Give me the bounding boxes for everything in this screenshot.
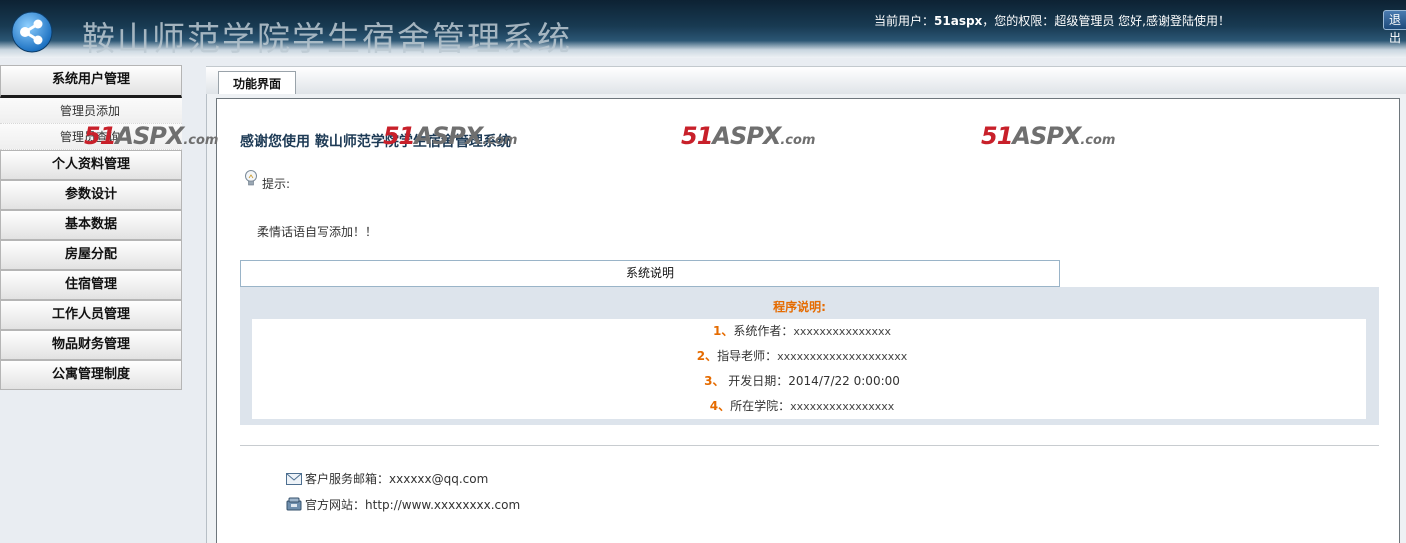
detail-row-college: 4、所在学院：xxxxxxxxxxxxxxxx xyxy=(252,394,1352,419)
detail-row-author: 1、系统作者：xxxxxxxxxxxxxxx xyxy=(252,319,1352,344)
tip-message: 柔情话语自写添加！！ xyxy=(257,225,378,239)
tip-label: 提示: xyxy=(262,177,291,191)
watermark-brand: ASPX xyxy=(115,122,184,150)
app-header: 鞍山师范学院学生宿舍管理系统 当前用户：51aspx，您的权限：超级管理员 您好… xyxy=(0,0,1406,58)
detail-value: xxxxxxxxxxxxxxxx xyxy=(790,400,895,413)
user-greeting: 您好,感谢登陆使用！ xyxy=(1114,14,1230,28)
watermark-num: 51 xyxy=(981,122,1013,150)
tab-function[interactable]: 功能界面 xyxy=(218,71,297,96)
user-role: 超级管理员 xyxy=(1054,14,1115,28)
watermark-domain: .com xyxy=(183,133,219,148)
phone-icon xyxy=(286,497,302,511)
watermark-logo: 51ASPX.com xyxy=(383,122,517,150)
contact-email: 客户服务邮箱：xxxxxx@qq.com xyxy=(286,470,488,487)
detail-num: 2、 xyxy=(696,349,718,363)
sidebar-section-regulations[interactable]: 公寓管理制度 xyxy=(0,360,182,390)
sidebar-section-profile[interactable]: 个人资料管理 xyxy=(0,150,182,180)
detail-value: xxxxxxxxxxxxxxxxxxxx xyxy=(777,350,908,363)
mail-icon xyxy=(286,473,302,485)
watermark-domain: .com xyxy=(482,133,518,148)
detail-num: 3、 xyxy=(704,374,725,388)
detail-label: 开发日期： xyxy=(724,374,789,388)
website-link[interactable]: http://www.xxxxxxxx.com xyxy=(365,498,520,512)
sidebar-section-staff[interactable]: 工作人员管理 xyxy=(0,300,182,330)
tab-bar: 功能界面 xyxy=(206,66,1406,96)
user-middle: ，您的权限： xyxy=(982,14,1055,28)
watermark-domain: .com xyxy=(1080,133,1116,148)
detail-value: 2014/7/22 0:00:00 xyxy=(788,374,900,388)
system-description-box: 程序说明: 1、系统作者：xxxxxxxxxxxxxxx 2、指导老师：xxxx… xyxy=(240,287,1379,425)
program-title: 程序说明: xyxy=(773,300,826,314)
detail-row-date: 3、 开发日期：2014/7/22 0:00:00 xyxy=(252,369,1352,394)
detail-value: xxxxxxxxxxxxxxx xyxy=(793,325,892,338)
program-details: 1、系统作者：xxxxxxxxxxxxxxx 2、指导老师：xxxxxxxxxx… xyxy=(252,319,1366,419)
watermark-num: 51 xyxy=(383,122,415,150)
detail-num: 4、 xyxy=(709,399,731,413)
watermark-brand: ASPX xyxy=(712,122,781,150)
sidebar-section-parameters[interactable]: 参数设计 xyxy=(0,180,182,210)
sidebar-section-finance[interactable]: 物品财务管理 xyxy=(0,330,182,360)
watermark-domain: .com xyxy=(780,133,816,148)
app-title: 鞍山师范学院学生宿舍管理系统 xyxy=(82,19,572,58)
detail-row-advisor: 2、指导老师：xxxxxxxxxxxxxxxxxxxx xyxy=(252,344,1352,369)
sidebar: 系统用户管理 管理员添加 管理员查询 个人资料管理 参数设计 基本数据 房屋分配… xyxy=(0,65,182,390)
logout-button[interactable]: 退出 xyxy=(1383,10,1406,45)
username: 51aspx xyxy=(934,14,983,28)
website-label: 官方网站： xyxy=(305,498,366,512)
logo-icon xyxy=(11,11,53,53)
watermark-num: 51 xyxy=(681,122,713,150)
sidebar-section-basic-data[interactable]: 基本数据 xyxy=(0,210,182,240)
user-info: 当前用户：51aspx，您的权限：超级管理员 您好,感谢登陆使用！ xyxy=(874,12,1230,29)
sidebar-item-add-admin[interactable]: 管理员添加 xyxy=(0,98,182,124)
system-description-header: 系统说明 xyxy=(240,260,1060,287)
detail-label: 所在学院： xyxy=(730,399,791,413)
sidebar-section-room-allocation[interactable]: 房屋分配 xyxy=(0,240,182,270)
detail-label: 指导老师： xyxy=(717,349,778,363)
user-prefix: 当前用户： xyxy=(874,14,935,28)
watermark-brand: ASPX xyxy=(1012,122,1081,150)
watermark-logo: 51ASPX.com xyxy=(84,122,218,150)
watermark-logo: 51ASPX.com xyxy=(981,122,1115,150)
sidebar-section-accommodation[interactable]: 住宿管理 xyxy=(0,270,182,300)
sidebar-section-user-management[interactable]: 系统用户管理 xyxy=(0,65,182,98)
detail-num: 1、 xyxy=(712,324,734,338)
watermark-brand: ASPX xyxy=(414,122,483,150)
divider xyxy=(240,445,1379,446)
contact-website: 官方网站：http://www.xxxxxxxx.com xyxy=(286,496,520,513)
watermark-logo: 51ASPX.com xyxy=(681,122,815,150)
lightbulb-icon xyxy=(245,170,257,186)
watermark-num: 51 xyxy=(84,122,116,150)
email-label: 客户服务邮箱： xyxy=(305,472,390,486)
detail-label: 系统作者： xyxy=(733,324,794,338)
email-value[interactable]: xxxxxx@qq.com xyxy=(389,472,488,486)
